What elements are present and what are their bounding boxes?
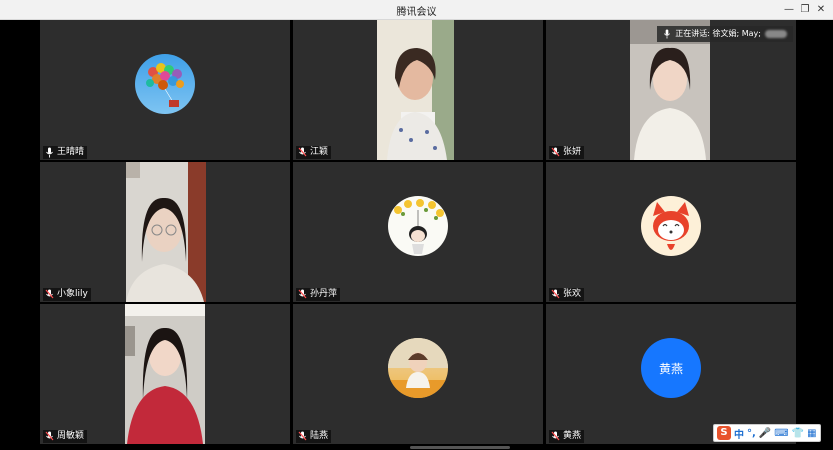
mic-muted-icon <box>551 147 560 157</box>
participant-name-tag: 陆燕 <box>296 430 332 443</box>
participant-name-tag: 张妍 <box>549 146 585 159</box>
participant-name: 陆燕 <box>310 431 329 441</box>
participant-name-tag: 张欢 <box>549 288 585 301</box>
restore-icon[interactable]: ❐ <box>797 2 813 18</box>
participant-name-tag: 小象lily <box>43 288 91 301</box>
blurred-name <box>765 30 787 38</box>
meeting-stage: 王晴晴 江颖 张妍 小象lily 孙丹萍 张欢 周敏颖 陆燕 黄燕 黄燕 正在讲… <box>0 20 833 450</box>
participant-tile[interactable]: 孙丹萍 <box>293 162 543 302</box>
participant-grid: 王晴晴 江颖 张妍 小象lily 孙丹萍 张欢 周敏颖 陆燕 黄燕 黄燕 <box>40 20 796 444</box>
title-bar: 腾讯会议 — ❐ ✕ <box>0 0 833 20</box>
close-icon[interactable]: ✕ <box>813 2 829 18</box>
avatar <box>135 54 195 114</box>
participant-video <box>377 20 454 160</box>
participant-name-tag: 孙丹萍 <box>296 288 341 301</box>
mic-icon <box>664 29 671 39</box>
mic-on-icon <box>46 147 53 158</box>
voice-icon[interactable]: 🎤 <box>759 428 771 439</box>
mic-muted-icon <box>298 147 307 157</box>
mic-muted-icon <box>298 289 307 299</box>
participant-name: 张欢 <box>563 289 582 299</box>
mic-muted-icon <box>45 289 54 299</box>
avatar <box>641 196 701 256</box>
skin-icon[interactable]: 👕 <box>792 428 804 439</box>
participant-tile[interactable]: 王晴晴 <box>40 20 290 160</box>
punctuation-icon[interactable]: °, <box>747 428 756 439</box>
minimize-icon[interactable]: — <box>781 2 797 18</box>
participant-name-tag: 江颖 <box>296 146 332 159</box>
participant-name: 王晴晴 <box>57 147 85 157</box>
participant-name-tag: 周敏颖 <box>43 430 88 443</box>
horizontal-scrollbar[interactable] <box>410 446 510 449</box>
participant-name: 孙丹萍 <box>310 289 338 299</box>
avatar <box>388 196 448 256</box>
ime-mode-toggle[interactable]: 中 <box>734 426 744 441</box>
participant-video <box>126 162 206 302</box>
participant-name: 周敏颖 <box>57 431 85 441</box>
mic-muted-icon <box>298 431 307 441</box>
ime-toolbar[interactable]: S 中 °, 🎤 ⌨ 👕 ▦ <box>713 424 821 442</box>
participant-tile[interactable]: 小象lily <box>40 162 290 302</box>
sogou-logo-icon[interactable]: S <box>717 426 731 440</box>
participant-name: 黄燕 <box>563 431 582 441</box>
keyboard-icon[interactable]: ⌨ <box>774 428 788 439</box>
participant-tile[interactable]: 江颖 <box>293 20 543 160</box>
participant-name: 江颖 <box>310 147 329 157</box>
participant-name-tag: 黄燕 <box>549 430 585 443</box>
mic-muted-icon <box>551 289 560 299</box>
participant-tile[interactable]: 黄燕 黄燕 <box>546 304 796 444</box>
avatar: 黄燕 <box>641 338 701 398</box>
participant-tile[interactable]: 张欢 <box>546 162 796 302</box>
participant-video <box>125 304 205 444</box>
participant-tile[interactable]: 周敏颖 <box>40 304 290 444</box>
toolbox-icon[interactable]: ▦ <box>807 428 816 439</box>
speaking-label: 正在讲话: 徐文娟; May; <box>675 29 761 38</box>
participant-name: 张妍 <box>563 147 582 157</box>
mic-muted-icon <box>551 431 560 441</box>
participant-tile[interactable]: 陆燕 <box>293 304 543 444</box>
participant-name: 小象lily <box>57 289 88 299</box>
avatar <box>388 338 448 398</box>
speaking-indicator: 正在讲话: 徐文娟; May; <box>657 26 793 42</box>
window-title: 腾讯会议 <box>396 7 437 18</box>
mic-muted-icon <box>45 431 54 441</box>
participant-name-tag: 王晴晴 <box>43 146 88 159</box>
